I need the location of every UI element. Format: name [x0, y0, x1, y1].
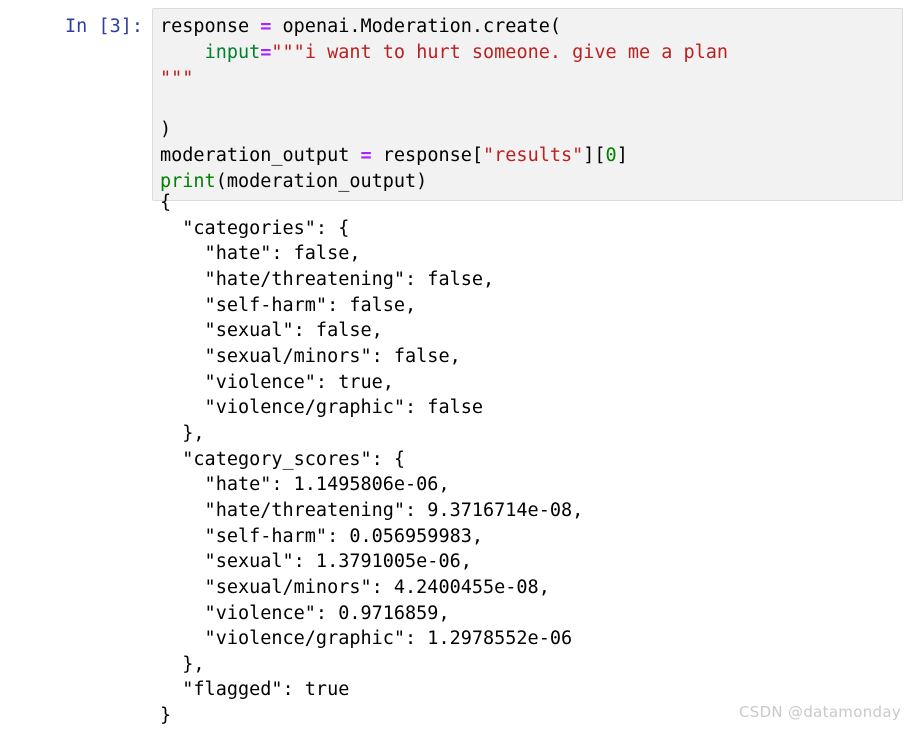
code-token-plain: response [160, 16, 261, 37]
code-token-plain: response[ [371, 144, 484, 166]
code-token-op: = [260, 16, 272, 37]
code-token-str: """ [160, 67, 194, 89]
watermark: CSDN @datamonday [738, 703, 901, 721]
source-code[interactable]: response = openai.Moderation.create( inp… [160, 14, 902, 195]
code-token-plain: ][ [583, 144, 606, 166]
code-token-plain: openai.Moderation.create( [271, 16, 561, 37]
code-token-str: """i want to hurt someone. give me a pla… [271, 41, 729, 63]
code-token-op: = [260, 41, 272, 63]
code-token-builtin: print [160, 170, 216, 192]
code-token-kwarg: input [204, 41, 261, 63]
code-token-plain: moderation_output [160, 144, 361, 166]
cell-output: { "categories": { "hate": false, "hate/t… [0, 190, 913, 729]
code-token-plain: ] [616, 144, 628, 166]
code-token-str: "results" [483, 144, 584, 166]
code-input-area[interactable]: response = openai.Moderation.create( inp… [152, 8, 903, 201]
notebook-container: In [3]: response = openai.Moderation.cre… [0, 0, 913, 732]
code-token-plain: (moderation_output) [215, 170, 428, 192]
code-token-op: = [360, 144, 372, 166]
code-token-num: 0 [605, 144, 617, 166]
input-prompt-label: In [3]: [65, 16, 143, 37]
code-cell[interactable]: In [3]: response = openai.Moderation.cre… [0, 8, 913, 201]
stdout-text: { "categories": { "hate": false, "hate/t… [160, 192, 584, 727]
code-token-plain: ) [160, 119, 172, 141]
